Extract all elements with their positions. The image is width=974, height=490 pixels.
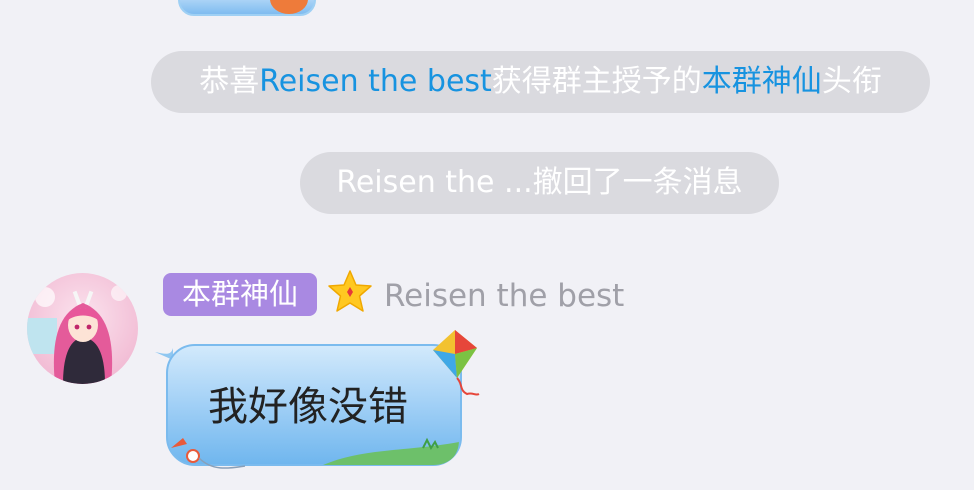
sender-username[interactable]: Reisen the best [384,276,624,316]
system-notice-recalled: Reisen the ...撤回了一条消息 [300,152,779,214]
message-text[interactable]: 我好像没错 [208,378,408,436]
notice-text: 恭喜 [199,64,260,99]
star-icon[interactable] [326,268,374,316]
notice-text: 获得群主授予的 [491,64,702,99]
kite-decoration-icon [433,330,480,396]
system-notice-title-granted: 恭喜Reisen the best获得群主授予的本群神仙头衔 [151,51,930,113]
message-bubble[interactable]: 我好像没错 [153,330,483,480]
avatar[interactable] [27,273,138,384]
notice-username-link[interactable]: Reisen the best [259,64,492,99]
avatar-image [27,273,138,384]
notice-text: 头衔 [821,64,882,99]
notice-title-link[interactable]: 本群神仙 [702,64,822,99]
notice-text: Reisen the ...撤回了一条消息 [336,165,743,200]
title-badge[interactable]: 本群神仙 [163,273,317,316]
